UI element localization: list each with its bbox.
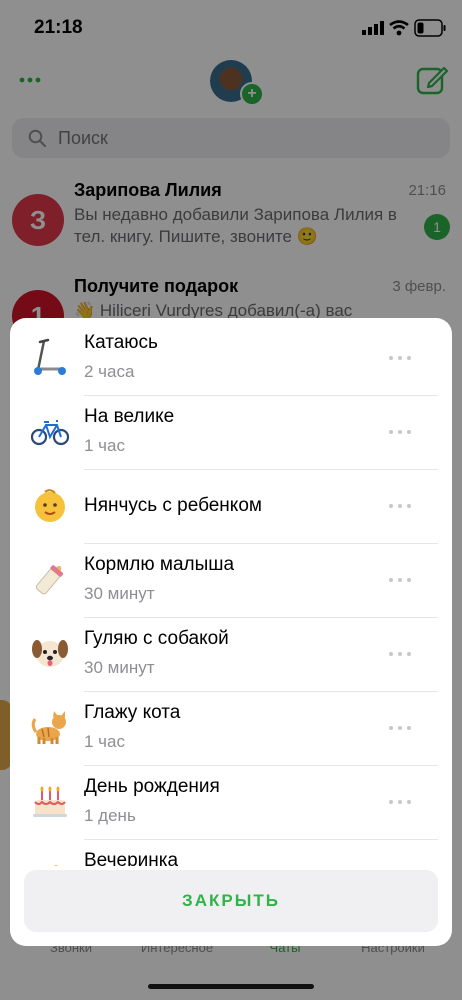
- status-item-party[interactable]: Вечеринка: [10, 840, 452, 866]
- party-icon: [54, 865, 58, 866]
- status-item-birthday[interactable]: День рождения 1 день: [10, 766, 452, 840]
- home-indicator: [148, 984, 314, 989]
- status-item-cat[interactable]: Глажу кота 1 час: [10, 692, 452, 766]
- status-title: Глажу кота: [84, 702, 181, 723]
- more-options-icon[interactable]: [388, 503, 412, 509]
- status-title: Катаюсь: [84, 332, 158, 353]
- dog-icon: [32, 640, 68, 667]
- status-duration: 1 час: [84, 732, 125, 751]
- more-options-icon[interactable]: [388, 725, 412, 731]
- status-duration: 30 минут: [84, 658, 155, 677]
- status-title: Нянчусь с ребенком: [84, 495, 262, 516]
- close-button[interactable]: ЗАКРЫТЬ: [24, 870, 438, 932]
- status-duration: 1 час: [84, 436, 125, 455]
- status-item-dog-walk[interactable]: Гуляю с собакой 30 минут: [10, 618, 452, 692]
- more-options-icon[interactable]: [388, 651, 412, 657]
- birthday-cake-icon: [33, 786, 67, 817]
- status-duration: 2 часа: [84, 362, 135, 381]
- status-list: Катаюсь 2 часа На велике 1 час Нянчусь с…: [10, 318, 452, 866]
- scooter-icon: [34, 338, 66, 375]
- more-options-icon[interactable]: [388, 429, 412, 435]
- more-options-icon[interactable]: [388, 355, 412, 361]
- status-title: Вечеринка: [84, 850, 179, 866]
- baby-bottle-icon: [35, 565, 64, 595]
- status-item-riding[interactable]: Катаюсь 2 часа: [10, 322, 452, 396]
- status-title: На велике: [84, 406, 175, 427]
- status-item-feeding[interactable]: Кормлю малыша 30 минут: [10, 544, 452, 618]
- status-item-cycling[interactable]: На велике 1 час: [10, 396, 452, 470]
- status-title: Кормлю малыша: [84, 554, 235, 575]
- cat-icon: [31, 711, 66, 744]
- status-picker-sheet: Катаюсь 2 часа На велике 1 час Нянчусь с…: [10, 318, 452, 946]
- status-title: День рождения: [84, 776, 220, 797]
- status-item-babysitting[interactable]: Нянчусь с ребенком: [10, 470, 452, 544]
- status-duration: 30 минут: [84, 584, 155, 603]
- status-duration: 1 день: [84, 806, 136, 825]
- baby-icon: [35, 489, 65, 522]
- status-title: Гуляю с собакой: [84, 628, 229, 649]
- more-options-icon[interactable]: [388, 799, 412, 805]
- more-options-icon[interactable]: [388, 577, 412, 583]
- bicycle-icon: [30, 420, 70, 446]
